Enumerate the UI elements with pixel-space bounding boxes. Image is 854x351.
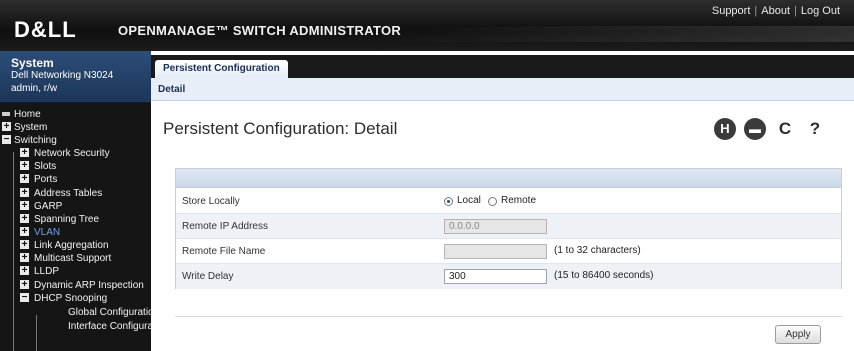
expand-icon[interactable]: + (20, 253, 29, 263)
expand-icon[interactable]: + (2, 122, 11, 132)
refresh-icon[interactable]: C (774, 118, 796, 140)
tab-detail[interactable]: Detail (158, 84, 185, 95)
main-tab-bar: Persistent Configuration (151, 55, 854, 78)
nav-item-label: Network Security (34, 148, 110, 159)
write-delay-row: Write Delay 300 (15 to 86400 seconds) (176, 264, 841, 289)
nav-item-label: Slots (34, 161, 57, 172)
nav-item-label: Home (14, 109, 41, 120)
dell-logo: D&LL (14, 17, 77, 42)
navigation-sidebar: System Dell Networking N3024 admin, r/w … (0, 51, 151, 351)
panel-header (176, 169, 841, 188)
nav-item-label: Global Configuratio (68, 307, 151, 318)
expand-icon[interactable]: + (20, 280, 29, 290)
divider (175, 316, 842, 317)
tree-guide-line (36, 315, 37, 351)
expand-icon[interactable]: + (20, 201, 29, 211)
tree-guide-line (13, 152, 14, 351)
nav-item-label: Ports (34, 174, 58, 185)
remote-ip-input[interactable]: 0.0.0.0 (444, 219, 547, 234)
collapse-icon[interactable]: − (20, 293, 29, 303)
local-radio-label[interactable]: Local (457, 195, 481, 206)
write-delay-hint: (15 to 86400 seconds) (554, 270, 654, 281)
nav-item-label: DHCP Snooping (34, 293, 108, 304)
remote-radio-label[interactable]: Remote (501, 195, 536, 206)
remote-ip-label: Remote IP Address (182, 221, 268, 232)
remote-ip-row: Remote IP Address 0.0.0.0 (176, 214, 841, 239)
collapse-icon[interactable]: − (2, 135, 11, 145)
store-locally-row: Store Locally Local Remote (176, 189, 841, 214)
remote-file-row: Remote File Name (1 to 32 characters) (176, 239, 841, 264)
configuration-panel: Store Locally Local Remote Remote IP Add… (175, 168, 842, 289)
write-delay-label: Write Delay (182, 271, 234, 282)
header-links: Support | About | Log Out (711, 5, 840, 17)
support-link[interactable]: Support (712, 5, 751, 17)
nav-item-label: GARP (34, 201, 63, 212)
page-title: Persistent Configuration: Detail (163, 119, 398, 138)
nav-item-label: Interface Configurat (68, 321, 151, 332)
expand-icon[interactable]: + (20, 227, 29, 237)
apply-button[interactable]: Apply (775, 325, 821, 344)
user-info: admin, r/w (11, 83, 58, 94)
nav-item-label: System (14, 122, 48, 133)
store-locally-label: Store Locally (182, 196, 240, 207)
expand-icon[interactable]: + (20, 266, 29, 276)
nav-item-label: Dynamic ARP Inspection (34, 280, 144, 291)
nav-item-label: Spanning Tree (34, 214, 100, 225)
nav-item-label: Address Tables (34, 188, 103, 199)
product-title: OPENMANAGE™ SWITCH ADMINISTRATOR (118, 23, 402, 38)
app-header: D&LL OPENMANAGE™ SWITCH ADMINISTRATOR Su… (0, 0, 854, 51)
remote-radio[interactable] (488, 197, 497, 206)
help-hint-icon[interactable]: H (714, 118, 736, 140)
expand-icon[interactable]: + (20, 240, 29, 250)
remote-file-hint: (1 to 32 characters) (554, 245, 641, 256)
write-delay-input[interactable]: 300 (444, 269, 547, 284)
local-radio[interactable] (444, 197, 453, 206)
nav-item-label: Switching (14, 135, 57, 146)
system-info-panel: System Dell Networking N3024 admin, r/w (0, 51, 151, 103)
nav-item-label: VLAN (34, 227, 61, 238)
help-icon[interactable]: ? (804, 118, 826, 140)
header-decoration (380, 26, 854, 42)
home-icon (2, 112, 10, 116)
expand-icon[interactable]: + (20, 188, 29, 198)
tab-persistent-configuration[interactable]: Persistent Configuration (155, 60, 288, 78)
system-title[interactable]: System (11, 56, 54, 70)
expand-icon[interactable]: + (20, 161, 29, 171)
device-name: Dell Networking N3024 (11, 70, 114, 81)
expand-icon[interactable]: + (20, 174, 29, 184)
nav-item-label: Multicast Support (34, 253, 112, 264)
print-icon[interactable]: ▬ (744, 118, 766, 140)
sub-tab-bar: Detail (151, 78, 854, 101)
remote-file-input[interactable] (444, 244, 547, 259)
nav-item-label: Link Aggregation (34, 240, 109, 251)
logout-link[interactable]: Log Out (801, 5, 840, 17)
expand-icon[interactable]: + (20, 214, 29, 224)
expand-icon[interactable]: + (20, 148, 29, 158)
remote-file-label: Remote File Name (182, 246, 266, 257)
about-link[interactable]: About (761, 5, 790, 17)
nav-item-label: LLDP (34, 266, 60, 277)
